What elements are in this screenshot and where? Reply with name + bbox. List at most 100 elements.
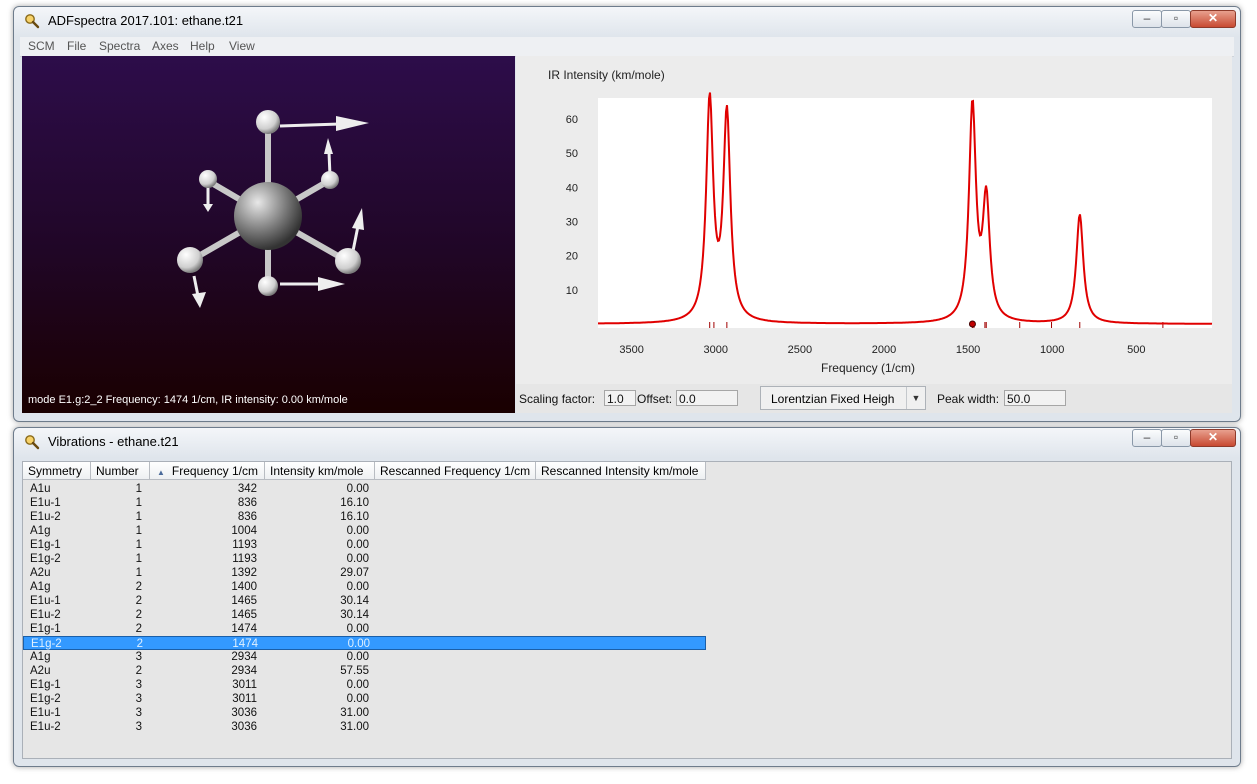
lineshape-select[interactable]: Lorentzian Fixed Heigh ▼ — [760, 386, 926, 410]
menu-spectra[interactable]: Spectra — [99, 39, 140, 53]
selected-mode-marker[interactable] — [968, 320, 976, 328]
intensity-cell: 0.00 — [346, 679, 369, 691]
minimize-button[interactable]: ‒ — [1132, 10, 1162, 28]
symmetry-cell: E1u-2 — [30, 721, 61, 733]
vibrations-window-title: Vibrations - ethane.t21 — [48, 434, 179, 449]
symmetry-cell: E1g-2 — [31, 638, 62, 650]
x-tick-label: 3000 — [704, 344, 728, 356]
frequency-cell: 342 — [237, 483, 257, 495]
y-tick-label: 40 — [566, 182, 578, 194]
y-tick-label: 60 — [566, 114, 578, 126]
table-row[interactable]: A1u 1 342 0.00 — [23, 482, 706, 496]
spectrum-controls: Scaling factor: 1.0 Offset: 0.0 Lorentzi… — [516, 384, 1232, 413]
intensity-cell: 30.14 — [340, 609, 369, 621]
dropdown-arrow-icon[interactable]: ▼ — [906, 387, 925, 409]
frequency-cell: 1004 — [231, 525, 257, 537]
restore-button[interactable]: ▫ — [1161, 10, 1191, 28]
symmetry-cell: A1g — [30, 525, 51, 537]
table-row[interactable]: E1u-2 2 1465 30.14 — [23, 608, 706, 622]
column-header-intensity[interactable]: Intensity km/mole — [265, 462, 375, 480]
number-cell: 2 — [135, 609, 142, 621]
frequency-header-label: Frequency 1/cm — [171, 464, 258, 478]
lineshape-value: Lorentzian Fixed Heigh — [771, 392, 895, 406]
spectrum-plot-panel: 10 20 30 40 50 60 3500 3000 2500 2000 1500 1000 500… — [516, 56, 1232, 413]
y-tick-label: 30 — [566, 217, 578, 229]
column-header-rescanned-frequency[interactable]: Rescanned Frequency 1/cm — [375, 462, 536, 480]
minimize-button[interactable]: ‒ — [1132, 429, 1162, 447]
menu-scm[interactable]: SCM — [28, 39, 55, 53]
close-button[interactable]: ✕ — [1190, 10, 1236, 28]
table-row[interactable]: A2u 2 2934 57.55 — [23, 664, 706, 678]
x-tick-label: 500 — [1127, 344, 1145, 356]
menu-view[interactable]: View — [229, 39, 255, 53]
peak-width-label: Peak width: — [937, 392, 1000, 406]
frequency-cell: 1193 — [232, 539, 257, 551]
table-row[interactable]: E1g-2 2 1474 0.00 — [23, 636, 706, 650]
frequency-cell: 1465 — [231, 595, 257, 607]
table-row[interactable]: E1g-1 2 1474 0.00 — [23, 622, 706, 636]
column-header-symmetry[interactable]: Symmetry — [23, 462, 91, 480]
symmetry-cell: A2u — [30, 567, 51, 579]
table-row[interactable]: A1g 3 2934 0.00 — [23, 650, 706, 664]
table-row[interactable]: E1u-2 3 3036 31.00 — [23, 720, 706, 734]
x-tick-label: 1500 — [956, 344, 980, 356]
table-row[interactable]: E1u-1 3 3036 31.00 — [23, 706, 706, 720]
table-row[interactable]: E1g-2 1 1193 0.00 — [23, 552, 706, 566]
table-row[interactable]: E1g-1 3 3011 0.00 — [23, 678, 706, 692]
table-row[interactable]: E1u-1 1 836 16.10 — [23, 496, 706, 510]
x-tick-label: 3500 — [619, 344, 643, 356]
frequency-cell: 1474 — [231, 623, 257, 635]
molecule-viewer[interactable]: mode E1.g:2_2 Frequency: 1474 1/cm, IR i… — [22, 56, 515, 413]
number-cell: 3 — [135, 651, 142, 663]
number-cell: 3 — [135, 707, 142, 719]
menu-axes[interactable]: Axes — [152, 39, 179, 53]
intensity-cell: 31.00 — [340, 707, 369, 719]
restore-button[interactable]: ▫ — [1161, 429, 1191, 447]
symmetry-cell: E1u-2 — [30, 511, 61, 523]
main-window: ADFspectra 2017.101: ethane.t21 ‒ ▫ ✕ SC… — [13, 6, 1241, 422]
close-button[interactable]: ✕ — [1190, 429, 1236, 447]
symmetry-cell: E1u-2 — [30, 609, 61, 621]
ir-spectrum-chart[interactable]: 10 20 30 40 50 60 3500 3000 2500 2000 1500 1000 500… — [516, 56, 1232, 384]
number-cell: 1 — [135, 483, 142, 495]
table-row[interactable]: A1g 1 1004 0.00 — [23, 524, 706, 538]
column-header-number[interactable]: Number — [91, 462, 150, 480]
scaling-factor-label: Scaling factor: — [519, 392, 596, 406]
symmetry-cell: E1u-1 — [30, 707, 61, 719]
table-row[interactable]: E1u-1 2 1465 30.14 — [23, 594, 706, 608]
horizontal-scrollbar[interactable] — [22, 752, 1230, 760]
symmetry-cell: A1u — [30, 483, 51, 495]
table-row[interactable]: A1g 2 1400 0.00 — [23, 580, 706, 594]
number-cell: 1 — [135, 525, 142, 537]
intensity-cell: 16.10 — [340, 511, 369, 523]
intensity-cell: 0.00 — [346, 525, 369, 537]
number-cell: 1 — [135, 497, 142, 509]
number-cell: 3 — [135, 679, 142, 691]
table-row[interactable]: E1g-2 3 3011 0.00 — [23, 692, 706, 706]
vibrations-table[interactable]: Symmetry Number ▲ Frequency 1/cm Intensit… — [22, 461, 1232, 759]
column-header-rescanned-intensity[interactable]: Rescanned Intensity km/mole — [536, 462, 706, 480]
intensity-cell: 31.00 — [340, 721, 369, 733]
number-cell: 2 — [135, 665, 142, 677]
frequency-cell: 1400 — [231, 581, 257, 593]
offset-input[interactable]: 0.0 — [676, 390, 738, 406]
table-row[interactable]: A2u 1 1392 29.07 — [23, 566, 706, 580]
menu-file[interactable]: File — [67, 39, 86, 53]
peak-width-input[interactable]: 50.0 — [1004, 390, 1066, 406]
ethane-molecule-render — [177, 110, 369, 308]
vibrations-titlebar[interactable]: Vibrations - ethane.t21 ‒ ▫ ✕ — [14, 428, 1240, 456]
intensity-cell: 0.00 — [346, 623, 369, 635]
app-magnifier-icon — [25, 14, 40, 29]
symmetry-cell: A2u — [30, 665, 51, 677]
main-titlebar[interactable]: ADFspectra 2017.101: ethane.t21 ‒ ▫ ✕ — [14, 7, 1240, 35]
frequency-cell: 1193 — [232, 553, 257, 565]
symmetry-cell: E1u-1 — [30, 595, 61, 607]
table-row[interactable]: E1g-1 1 1193 0.00 — [23, 538, 706, 552]
frequency-cell: 3036 — [231, 707, 257, 719]
number-cell: 2 — [135, 581, 142, 593]
y-tick-label: 20 — [566, 251, 578, 263]
table-row[interactable]: E1u-2 1 836 16.10 — [23, 510, 706, 524]
menu-help[interactable]: Help — [190, 39, 215, 53]
column-header-frequency[interactable]: ▲ Frequency 1/cm — [150, 462, 265, 480]
scaling-factor-input[interactable]: 1.0 — [604, 390, 636, 406]
